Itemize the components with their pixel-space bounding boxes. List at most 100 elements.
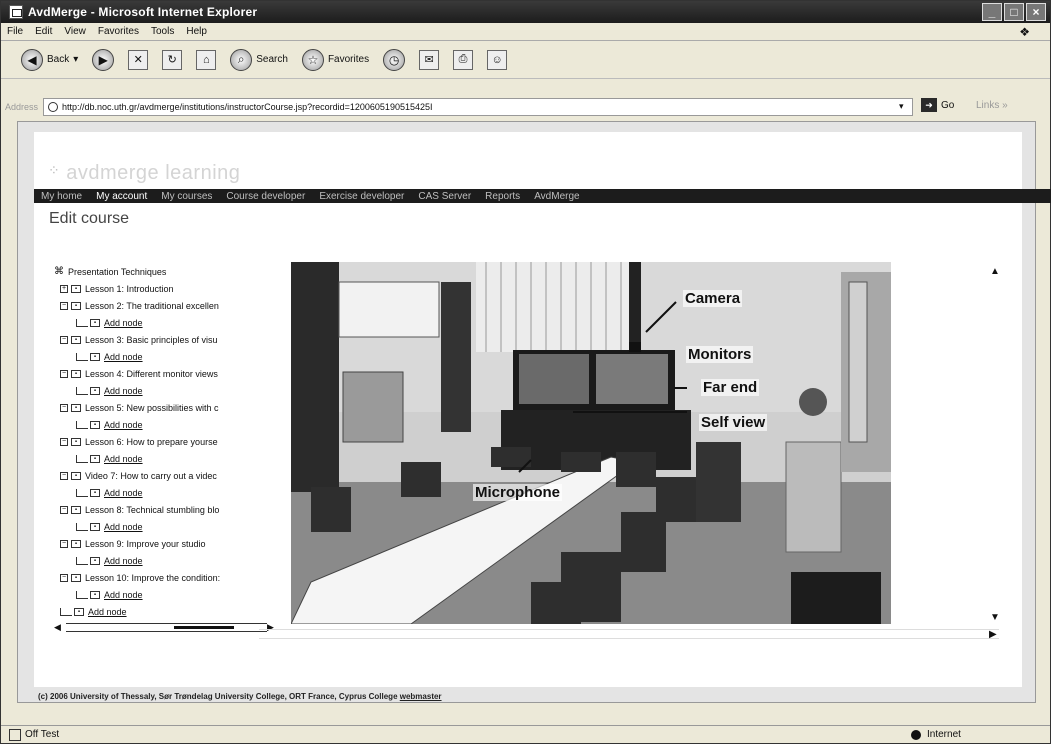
search-button[interactable]: ⌕ Search [230, 48, 288, 71]
tree-add-node[interactable]: ▪ Add node [54, 586, 279, 603]
tree-lesson[interactable]: − ▪ Video 7: How to carry out a videc [54, 467, 279, 484]
scroll-left-icon[interactable]: ◀ [54, 622, 66, 633]
nav-cas-server[interactable]: CAS Server [411, 191, 478, 202]
scroll-down-icon[interactable]: ▼ [990, 612, 1000, 623]
lesson-label: Lesson 9: Improve your studio [85, 538, 206, 549]
back-button[interactable]: ◀ Back ▾ [21, 48, 78, 71]
collapse-icon[interactable]: − [60, 471, 68, 480]
add-node-link[interactable]: Add node [104, 352, 143, 362]
nav-my-home[interactable]: My home [34, 191, 89, 202]
collapse-icon[interactable]: − [60, 369, 68, 378]
back-dropdown-icon[interactable]: ▾ [73, 54, 78, 65]
collapse-icon[interactable]: − [60, 301, 68, 310]
tree-lesson[interactable]: − ▪ Lesson 6: How to prepare yourse [54, 433, 279, 450]
tree-horizontal-scrollbar[interactable]: ◀ ▶ [54, 622, 279, 633]
add-node-link[interactable]: Add node [104, 454, 143, 464]
globe-icon [911, 729, 921, 740]
status-bar: Off Test Internet [1, 725, 1050, 743]
mail-button[interactable]: ✉ [419, 49, 440, 70]
tree-lesson[interactable]: + ▪ Lesson 1: Introduction [54, 280, 279, 297]
favorites-button[interactable]: ☆ Favorites [301, 48, 369, 71]
tree-add-node[interactable]: ▪ Add node [54, 484, 279, 501]
status-text: Off Test [25, 729, 60, 740]
stop-button[interactable]: ✕ [128, 49, 149, 70]
nav-my-account[interactable]: My account [89, 191, 154, 202]
address-bar: Address http://db.noc.uth.gr/avdmerge/in… [1, 97, 1050, 117]
nav-avdmerge[interactable]: AvdMerge [527, 191, 586, 202]
tree-lesson[interactable]: − ▪ Lesson 9: Improve your studio [54, 535, 279, 552]
add-node-icon: ▪ [90, 488, 100, 497]
add-node-icon: ▪ [90, 454, 100, 463]
menu-tools[interactable]: Tools [151, 26, 174, 37]
content-horizontal-scrollbar[interactable] [259, 629, 999, 639]
refresh-button[interactable]: ↻ [162, 49, 183, 70]
tree-root[interactable]: ⌘ Presentation Techniques [54, 263, 279, 280]
tree-add-node[interactable]: ▪ Add node [54, 348, 279, 365]
menu-help[interactable]: Help [186, 26, 207, 37]
print-button[interactable]: ⎙ [453, 49, 474, 70]
menu-view[interactable]: View [64, 26, 86, 37]
tree-add-node[interactable]: ▪ Add node [54, 382, 279, 399]
add-node-link[interactable]: Add node [104, 386, 143, 396]
collapse-icon[interactable]: − [60, 573, 68, 582]
collapse-icon[interactable]: − [60, 403, 68, 412]
collapse-icon[interactable]: − [60, 505, 68, 514]
scroll-right-icon[interactable]: ▶ [989, 629, 997, 640]
tree-lesson[interactable]: − ▪ Lesson 5: New possibilities with c [54, 399, 279, 416]
menu-favorites[interactable]: Favorites [98, 26, 139, 37]
menu-file[interactable]: File [7, 26, 23, 37]
close-button[interactable]: × [1026, 3, 1046, 21]
nav-reports[interactable]: Reports [478, 191, 527, 202]
add-node-link[interactable]: Add node [104, 420, 143, 430]
expand-icon[interactable]: + [60, 284, 68, 293]
add-node-icon: ▪ [90, 386, 100, 395]
history-button[interactable]: ◷ [383, 48, 406, 71]
collapse-icon[interactable]: − [60, 539, 68, 548]
tree-root-add-node[interactable]: ▪ Add node [54, 603, 279, 620]
add-node-link[interactable]: Add node [104, 318, 143, 328]
tree-add-node[interactable]: ▪ Add node [54, 518, 279, 535]
lesson-node-icon: ▪ [71, 369, 81, 378]
address-input[interactable]: http://db.noc.uth.gr/avdmerge/institutio… [43, 98, 913, 116]
add-node-link[interactable]: Add node [104, 556, 143, 566]
tree-lesson[interactable]: − ▪ Lesson 10: Improve the condition: [54, 569, 279, 586]
address-url: http://db.noc.uth.gr/avdmerge/institutio… [62, 102, 433, 112]
messenger-button[interactable]: ☺ [487, 49, 508, 70]
menu-edit[interactable]: Edit [35, 26, 52, 37]
tree-add-node[interactable]: ▪ Add node [54, 314, 279, 331]
nav-exercise-developer[interactable]: Exercise developer [312, 191, 411, 202]
add-node-link[interactable]: Add node [104, 488, 143, 498]
minimize-button[interactable]: _ [982, 3, 1002, 21]
tree-lesson[interactable]: − ▪ Lesson 2: The traditional excellen [54, 297, 279, 314]
maximize-button[interactable]: □ [1004, 3, 1024, 21]
stop-icon: ✕ [128, 49, 149, 70]
add-node-link[interactable]: Add node [104, 590, 143, 600]
web-page: ⁘ avdmerge learning My home My account My… [34, 132, 1051, 701]
webmaster-link[interactable]: webmaster [400, 692, 442, 701]
tree-add-node[interactable]: ▪ Add node [54, 552, 279, 569]
add-node-link[interactable]: Add node [88, 607, 127, 617]
videoconference-room-image [291, 262, 891, 624]
address-dropdown-icon[interactable]: ▾ [899, 101, 904, 112]
tree-add-node[interactable]: ▪ Add node [54, 450, 279, 467]
go-button[interactable]: ➜ Go [921, 98, 954, 112]
add-node-link[interactable]: Add node [104, 522, 143, 532]
nav-my-courses[interactable]: My courses [154, 191, 219, 202]
lesson-node-icon: ▪ [71, 505, 81, 514]
home-button[interactable]: ⌂ [196, 49, 217, 70]
collapse-icon[interactable]: − [60, 335, 68, 344]
nav-course-developer[interactable]: Course developer [219, 191, 312, 202]
address-label: Address [5, 102, 39, 112]
tree-add-node[interactable]: ▪ Add node [54, 416, 279, 433]
scroll-up-icon[interactable]: ▲ [990, 266, 1000, 277]
scroll-thumb[interactable] [174, 626, 234, 629]
tree-lesson[interactable]: − ▪ Lesson 4: Different monitor views [54, 365, 279, 382]
tree-lesson[interactable]: − ▪ Lesson 3: Basic principles of visu [54, 331, 279, 348]
collapse-icon[interactable]: − [60, 437, 68, 446]
back-arrow-icon: ◀ [21, 48, 43, 71]
scroll-track[interactable] [66, 623, 267, 632]
forward-button[interactable]: ▶ [92, 48, 115, 71]
tree-lesson[interactable]: − ▪ Lesson 8: Technical stumbling blo [54, 501, 279, 518]
links-button[interactable]: Links » [976, 100, 1008, 111]
self-view-label: Self view [699, 414, 768, 431]
